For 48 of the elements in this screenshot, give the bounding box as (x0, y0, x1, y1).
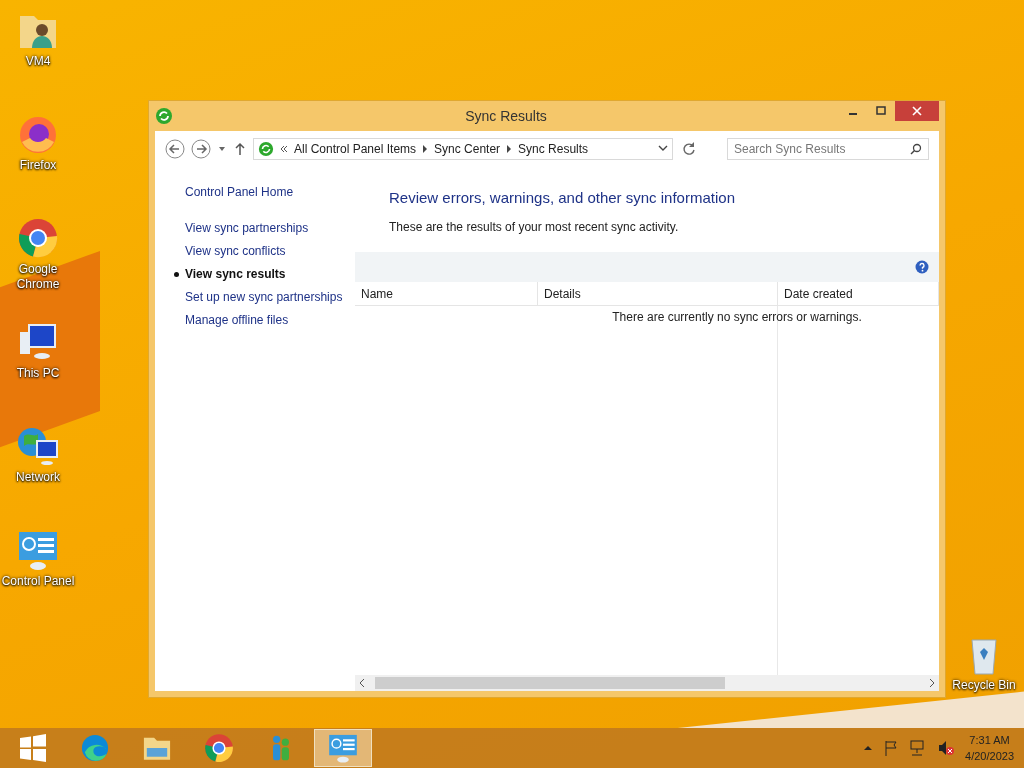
chevrons-icon (280, 145, 288, 153)
sidebar-link[interactable]: View sync results (185, 267, 286, 282)
sync-icon (258, 141, 274, 157)
scroll-right-icon[interactable] (929, 679, 935, 687)
back-button[interactable] (165, 139, 185, 159)
column-header[interactable]: Details (538, 282, 778, 306)
forward-button[interactable] (191, 139, 211, 159)
sidebar-link[interactable]: View sync conflicts (185, 244, 286, 259)
horizontal-scrollbar[interactable] (355, 675, 939, 691)
breadcrumb-item[interactable]: All Control Panel Items (294, 142, 417, 156)
window-title: Sync Results (464, 108, 548, 124)
search-icon (910, 143, 922, 155)
flag-icon[interactable] (883, 740, 900, 756)
search-field[interactable]: Search Sync Results (727, 138, 929, 160)
address-bar[interactable]: All Control Panel Items Sync Center Sync Results (253, 138, 673, 160)
column-header[interactable]: Name (355, 282, 538, 306)
chevron-up-icon[interactable] (863, 744, 874, 752)
maximize-icon (876, 106, 886, 116)
minimize-icon (849, 113, 857, 115)
sync-icon (155, 107, 173, 125)
help-icon[interactable] (915, 260, 929, 274)
page-heading: Review errors, warnings, and other sync information (388, 188, 736, 206)
scroll-left-icon[interactable] (359, 679, 365, 687)
clock-time[interactable]: 7:31 AM (969, 732, 1010, 748)
close-button[interactable] (895, 101, 939, 121)
edge-icon (79, 732, 111, 764)
breadcrumb-item[interactable]: Sync Center (434, 142, 501, 156)
close-icon (912, 106, 922, 116)
empty-message: There are currently no sync errors or warnings. (612, 309, 862, 326)
description-text: These are the results of your most recent sync activity. (388, 219, 680, 234)
chevron-right-icon (422, 145, 429, 153)
sidebar-link[interactable]: View sync partnerships (185, 221, 309, 236)
speaker-muted-icon[interactable] (937, 740, 956, 756)
sidebar-link[interactable]: Control Panel Home (185, 185, 294, 200)
sidebar-link[interactable]: Manage offline files (185, 313, 289, 328)
clock-date[interactable]: 4/20/2023 (965, 748, 1014, 764)
chevron-down-icon[interactable] (658, 145, 668, 153)
taskbar-app[interactable] (314, 729, 372, 767)
breadcrumb-item[interactable]: Sync Results (518, 142, 589, 156)
chrome-icon (16, 216, 60, 260)
control-panel-icon (327, 732, 359, 764)
column-header[interactable]: Date created (778, 282, 939, 306)
sidebar-link[interactable]: Set up new sync partnerships (185, 290, 343, 305)
chrome-icon (203, 732, 235, 764)
bullet-icon (173, 272, 179, 277)
chevron-right-icon (506, 145, 513, 153)
windows-icon (19, 734, 47, 762)
up-icon[interactable] (233, 141, 247, 157)
